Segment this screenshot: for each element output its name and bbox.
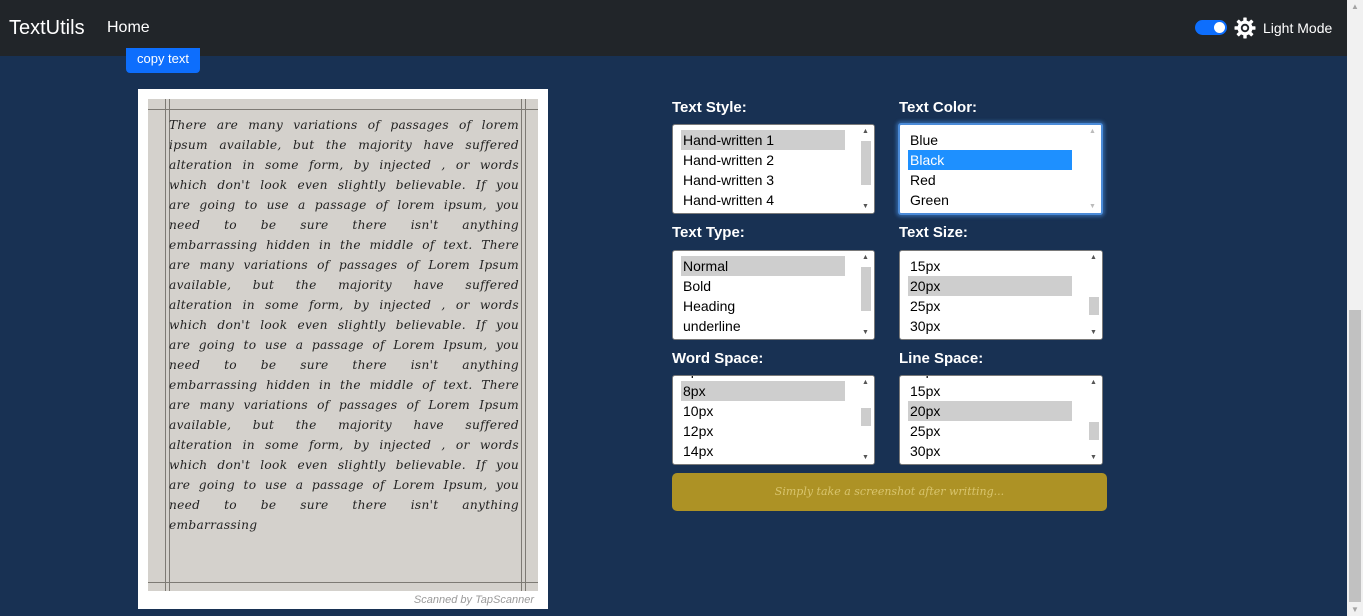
line-space-option[interactable]: 25px xyxy=(908,421,1072,441)
screenshot-hint-button[interactable]: Simply take a screenshot after writting.… xyxy=(672,473,1107,511)
word-space-label: Word Space: xyxy=(672,350,764,367)
paper-margin-line xyxy=(521,99,522,591)
text-style-option[interactable]: Hand-written 3 xyxy=(681,170,845,190)
text-size-option[interactable]: 30px xyxy=(908,316,1072,336)
nav-home-link[interactable]: Home xyxy=(107,19,150,37)
line-space-option[interactable]: 15px xyxy=(908,381,1072,401)
word-space-option-partial: 6px xyxy=(683,376,706,378)
text-type-option[interactable]: Heading xyxy=(681,296,845,316)
line-space-option[interactable]: 30px xyxy=(908,441,1072,461)
line-space-label: Line Space: xyxy=(899,350,984,367)
brand[interactable]: TextUtils xyxy=(9,17,85,40)
word-space-select[interactable]: 6px 8px 10px 12px 14px ▲ ▼ xyxy=(672,375,875,465)
scroll-down-arrow-icon[interactable]: ▼ xyxy=(1089,203,1096,210)
text-type-option[interactable]: Bold xyxy=(681,276,845,296)
paper-sheet: There are many variations of passages of… xyxy=(148,99,538,591)
text-size-select[interactable]: 15px 20px 25px 30px ▲ ▼ xyxy=(899,250,1103,340)
line-space-option[interactable]: 20px xyxy=(908,401,1072,421)
line-space-option-partial: 10px xyxy=(910,376,940,378)
text-type-select[interactable]: Normal Bold Heading underline ▲ ▼ xyxy=(672,250,875,340)
paper-rule-line xyxy=(148,109,538,110)
line-space-select[interactable]: 10px 15px 20px 25px 30px ▲ ▼ xyxy=(899,375,1103,465)
text-size-option[interactable]: 20px xyxy=(908,276,1072,296)
scroll-up-arrow-icon[interactable]: ▲ xyxy=(1090,379,1097,386)
text-style-option[interactable]: Hand-written 1 xyxy=(681,130,845,150)
paper-margin-line xyxy=(165,99,166,591)
text-color-option[interactable]: Black xyxy=(908,150,1072,170)
text-style-label: Text Style: xyxy=(672,99,747,116)
text-style-option[interactable]: Hand-written 4 xyxy=(681,190,845,210)
text-size-option[interactable]: 15px xyxy=(908,256,1072,276)
paper-rule-line xyxy=(148,582,538,583)
listbox-scrollbar[interactable]: ▲ ▼ xyxy=(858,125,874,213)
navbar: TextUtils Home Light Mode xyxy=(0,0,1347,56)
listbox-scrollbar[interactable]: ▲ ▼ xyxy=(858,251,874,339)
mode-toggle[interactable] xyxy=(1195,20,1227,35)
text-color-option[interactable]: Blue xyxy=(908,130,1072,150)
scroll-down-arrow-icon[interactable]: ▼ xyxy=(1090,454,1097,461)
scroll-down-arrow-icon[interactable]: ▼ xyxy=(862,203,869,210)
listbox-scrollbar[interactable]: ▲ ▼ xyxy=(1085,125,1101,213)
word-space-option[interactable]: 12px xyxy=(681,421,845,441)
page-scrollbar-thumb[interactable] xyxy=(1349,310,1361,602)
scroll-down-arrow-icon[interactable]: ▼ xyxy=(1351,605,1359,614)
listbox-scrollbar[interactable]: ▲ ▼ xyxy=(1086,376,1102,464)
text-type-label: Text Type: xyxy=(672,224,745,241)
word-space-option[interactable]: 10px xyxy=(681,401,845,421)
text-color-label: Text Color: xyxy=(899,99,978,116)
text-color-select[interactable]: Blue Black Red Green ▲ ▼ xyxy=(898,123,1103,215)
listbox-scrollbar[interactable]: ▲ ▼ xyxy=(1086,251,1102,339)
scroll-down-arrow-icon[interactable]: ▼ xyxy=(1090,329,1097,336)
mode-label: Light Mode xyxy=(1263,20,1333,36)
listbox-scroll-thumb[interactable] xyxy=(861,408,871,426)
text-color-option[interactable]: Green xyxy=(908,190,1072,210)
listbox-scroll-thumb[interactable] xyxy=(861,141,871,185)
text-style-select[interactable]: Hand-written 1 Hand-written 2 Hand-writt… xyxy=(672,124,875,214)
page-scrollbar[interactable]: ▲ ▼ xyxy=(1347,0,1363,616)
scroll-up-arrow-icon[interactable]: ▲ xyxy=(862,128,869,135)
scroll-up-arrow-icon[interactable]: ▲ xyxy=(862,254,869,261)
text-type-option[interactable]: Normal xyxy=(681,256,845,276)
listbox-scroll-thumb[interactable] xyxy=(1089,297,1099,315)
listbox-scroll-thumb[interactable] xyxy=(1089,422,1099,440)
word-space-option[interactable]: 8px xyxy=(681,381,845,401)
text-size-label: Text Size: xyxy=(899,224,968,241)
handwritten-preview: There are many variations of passages of… xyxy=(138,89,548,609)
handwritten-text: There are many variations of passages of… xyxy=(169,118,519,532)
scroll-down-arrow-icon[interactable]: ▼ xyxy=(862,454,869,461)
gear-icon xyxy=(1234,17,1256,39)
text-color-option[interactable]: Red xyxy=(908,170,1072,190)
listbox-scroll-thumb[interactable] xyxy=(861,267,871,311)
copy-text-button[interactable]: copy text xyxy=(126,48,200,73)
scroll-up-arrow-icon[interactable]: ▲ xyxy=(1089,128,1096,135)
scroll-up-arrow-icon[interactable]: ▲ xyxy=(862,379,869,386)
scanner-watermark: Scanned by TapScanner xyxy=(413,594,534,606)
paper-margin-line xyxy=(525,99,526,591)
word-space-option[interactable]: 14px xyxy=(681,441,845,461)
scroll-up-arrow-icon[interactable]: ▲ xyxy=(1351,2,1359,11)
scroll-down-arrow-icon[interactable]: ▼ xyxy=(862,329,869,336)
text-type-option[interactable]: underline xyxy=(681,316,845,336)
text-style-option[interactable]: Hand-written 2 xyxy=(681,150,845,170)
toggle-knob xyxy=(1214,22,1225,33)
scroll-up-arrow-icon[interactable]: ▲ xyxy=(1090,254,1097,261)
text-size-option[interactable]: 25px xyxy=(908,296,1072,316)
listbox-scrollbar[interactable]: ▲ ▼ xyxy=(858,376,874,464)
